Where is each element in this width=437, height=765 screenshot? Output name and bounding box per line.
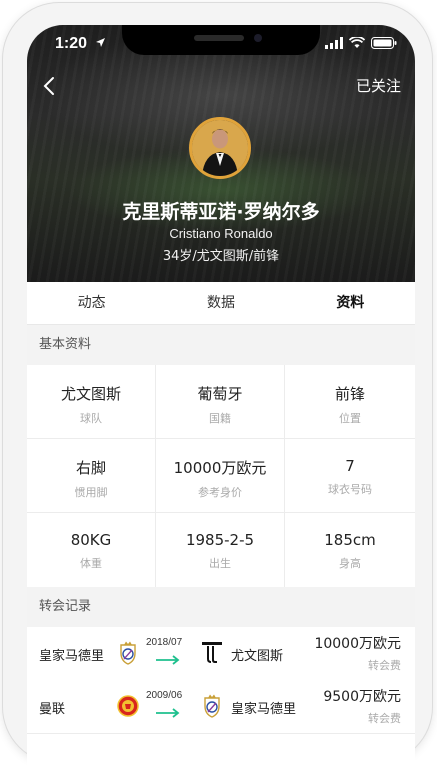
info-label: 国籍 bbox=[209, 412, 231, 425]
signal-icon bbox=[325, 37, 343, 49]
follow-button[interactable]: 已关注 bbox=[356, 75, 401, 96]
info-cell-weight: 80KG 体重 bbox=[27, 513, 156, 587]
player-avatar bbox=[189, 117, 251, 179]
info-value: 尤文图斯 bbox=[60, 385, 121, 403]
info-value: 葡萄牙 bbox=[197, 385, 243, 403]
info-label: 体重 bbox=[80, 557, 102, 570]
tab-stats[interactable]: 数据 bbox=[156, 282, 285, 324]
status-icons bbox=[325, 37, 397, 49]
transfer-date: 2009/06 bbox=[146, 690, 183, 701]
info-label: 身高 bbox=[339, 557, 361, 570]
info-label: 位置 bbox=[339, 412, 361, 425]
info-label: 参考身价 bbox=[198, 486, 242, 499]
tab-feed[interactable]: 动态 bbox=[27, 282, 156, 324]
info-cell-market-value: 10000万欧元 参考身价 bbox=[156, 439, 285, 513]
manchester-united-logo-icon bbox=[117, 695, 139, 717]
real-madrid-logo-icon bbox=[204, 694, 220, 718]
phone-frame: 1:20 已关注 克里斯蒂亚诺·罗纳尔多 Cristiano Ronaldo 3… bbox=[3, 3, 432, 765]
transfer-row[interactable]: 曼联 2009/06 皇家马德里 9500万欧元 转会费 bbox=[27, 680, 415, 734]
basic-info-header: 基本资料 bbox=[27, 325, 415, 365]
info-value: 1985-2-5 bbox=[185, 531, 255, 549]
transfer-arrow-icon bbox=[156, 655, 180, 665]
info-value: 前锋 bbox=[334, 385, 365, 403]
info-value: 80KG bbox=[70, 531, 112, 549]
transfer-row[interactable]: 皇家马德里 2018/07 尤文图斯 10000万欧元 转会费 bbox=[27, 627, 415, 681]
location-arrow-icon bbox=[96, 38, 105, 47]
transfer-history-header: 转会记录 bbox=[27, 587, 415, 627]
transfer-from-club: 曼联 bbox=[39, 702, 66, 717]
info-label: 球衣号码 bbox=[328, 483, 372, 496]
info-label: 球队 bbox=[80, 412, 102, 425]
app-screen: 1:20 已关注 克里斯蒂亚诺·罗纳尔多 Cristiano Ronaldo 3… bbox=[27, 25, 415, 765]
info-cell-position: 前锋 位置 bbox=[285, 365, 415, 439]
info-value: 10000万欧元 bbox=[173, 459, 267, 477]
info-label: 出生 bbox=[209, 557, 231, 570]
transfer-to-club: 尤文图斯 bbox=[231, 649, 284, 664]
battery-icon bbox=[371, 37, 397, 49]
device-notch bbox=[122, 25, 320, 55]
back-chevron-icon[interactable] bbox=[37, 73, 63, 99]
transfer-fee-label: 转会费 bbox=[368, 659, 401, 672]
info-label: 惯用脚 bbox=[74, 486, 108, 499]
transfer-fee-value: 10000万欧元 bbox=[314, 636, 401, 652]
status-time: 1:20 bbox=[55, 35, 88, 52]
player-name-chinese: 克里斯蒂亚诺·罗纳尔多 bbox=[122, 201, 320, 223]
info-value: 7 bbox=[345, 457, 355, 475]
info-cell-nationality: 葡萄牙 国籍 bbox=[156, 365, 285, 439]
info-cell-height: 185cm 身高 bbox=[285, 513, 415, 587]
transfer-fee-value: 9500万欧元 bbox=[323, 689, 401, 705]
transfer-date: 2018/07 bbox=[146, 637, 183, 648]
player-age-club-position: 34岁/尤文图斯/前锋 bbox=[162, 249, 280, 264]
info-cell-preferred-foot: 右脚 惯用脚 bbox=[27, 439, 156, 513]
juventus-logo-icon bbox=[202, 642, 222, 663]
transfer-from-club: 皇家马德里 bbox=[39, 649, 105, 664]
info-cell-birth-date: 1985-2-5 出生 bbox=[156, 513, 285, 587]
transfer-fee-label: 转会费 bbox=[368, 712, 401, 725]
transfer-arrow-icon bbox=[156, 708, 180, 718]
info-value: 右脚 bbox=[75, 459, 106, 477]
player-portrait-image bbox=[192, 120, 248, 176]
front-camera bbox=[254, 34, 262, 42]
info-cell-team: 尤文图斯 球队 bbox=[27, 365, 156, 439]
basic-info-grid: 尤文图斯 球队 葡萄牙 国籍 前锋 位置 右脚 惯用脚 10000万欧元 参考身… bbox=[27, 365, 415, 587]
tab-profile[interactable]: 资料 bbox=[286, 282, 415, 324]
info-value: 185cm bbox=[324, 531, 376, 549]
player-name-english: Cristiano Ronaldo bbox=[169, 226, 273, 241]
info-cell-shirt-number: 7 球衣号码 bbox=[285, 439, 415, 513]
transfer-to-club: 皇家马德里 bbox=[231, 702, 297, 717]
real-madrid-logo-icon bbox=[120, 641, 136, 665]
wifi-icon bbox=[349, 37, 365, 48]
speaker-grille bbox=[194, 35, 244, 41]
profile-tabs: 动态 数据 资料 bbox=[27, 282, 415, 325]
